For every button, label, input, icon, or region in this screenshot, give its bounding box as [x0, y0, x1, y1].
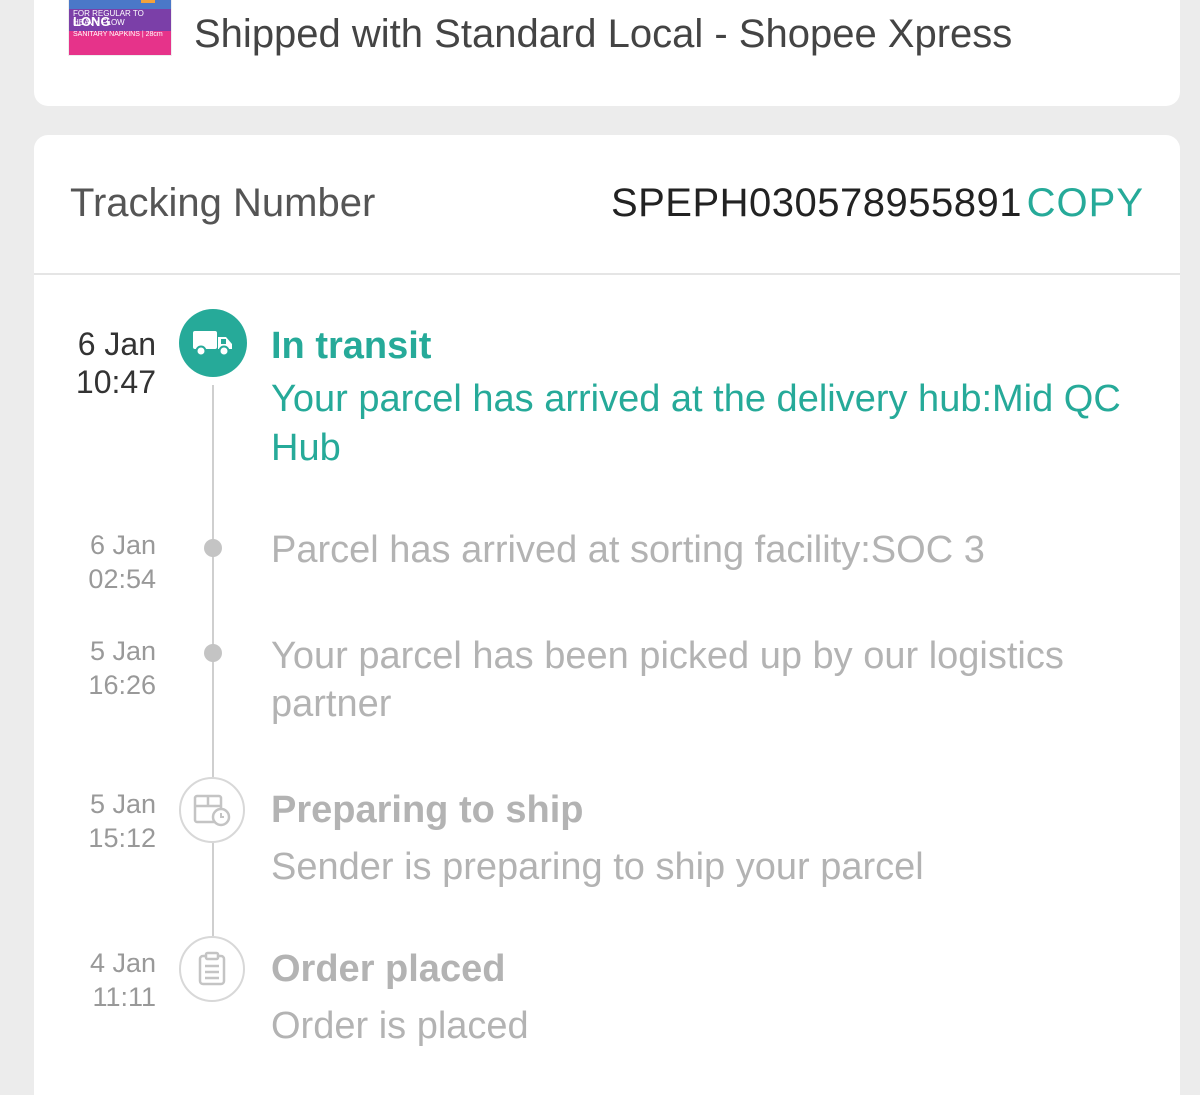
event-time: 15:12 [88, 823, 156, 853]
event-time: 10:47 [75, 364, 156, 400]
timeline-line [212, 385, 214, 945]
tracking-number-value: SPEPH030578955891 [610, 181, 1022, 225]
tracking-card: Tracking Number SPEPH030578955891 COPY 6… [34, 135, 1180, 1095]
shipping-card: FOR REGULAR TO HEAVY FLOW LONG SANITARY … [34, 0, 1180, 106]
timeline-dot [204, 539, 222, 557]
event-date: 4 Jan [89, 948, 156, 978]
clipboard-icon [179, 936, 245, 1002]
copy-button[interactable]: COPY [1027, 181, 1144, 226]
thumb-band [69, 0, 171, 9]
shipping-method-text: Shipped with Standard Local - Shopee Xpr… [194, 12, 1013, 56]
event-description: Your parcel has been picked up by our lo… [271, 635, 1064, 725]
event-description: Parcel has arrived at sorting facility:S… [271, 529, 985, 571]
product-thumbnail[interactable]: FOR REGULAR TO HEAVY FLOW LONG SANITARY … [68, 0, 172, 56]
thumb-badge [141, 0, 155, 3]
tracking-header: Tracking Number SPEPH030578955891 COPY [34, 135, 1180, 275]
event-title: In transit [271, 325, 432, 367]
event-title: Preparing to ship [271, 789, 584, 831]
event-title: Order placed [271, 948, 506, 990]
timeline-dot [204, 644, 222, 662]
event-date: 5 Jan [89, 636, 156, 666]
event-date: 5 Jan [89, 789, 156, 819]
event-date: 6 Jan [77, 326, 156, 362]
event-time: 16:26 [88, 670, 156, 700]
package-clock-icon [179, 777, 245, 843]
event-date: 6 Jan [89, 530, 156, 560]
event-time: 11:11 [92, 982, 156, 1012]
event-description: Order is placed [271, 1005, 529, 1047]
thumb-bottom-text: SANITARY NAPKINS | 28cm [73, 31, 163, 38]
event-description: Sender is preparing to ship your parcel [271, 846, 924, 888]
thumb-product-name: LONG [73, 14, 111, 29]
event-time: 02:54 [88, 564, 156, 594]
truck-icon [179, 309, 247, 377]
event-description: Your parcel has arrived at the delivery … [271, 378, 1121, 469]
tracking-number-label: Tracking Number [70, 181, 376, 225]
